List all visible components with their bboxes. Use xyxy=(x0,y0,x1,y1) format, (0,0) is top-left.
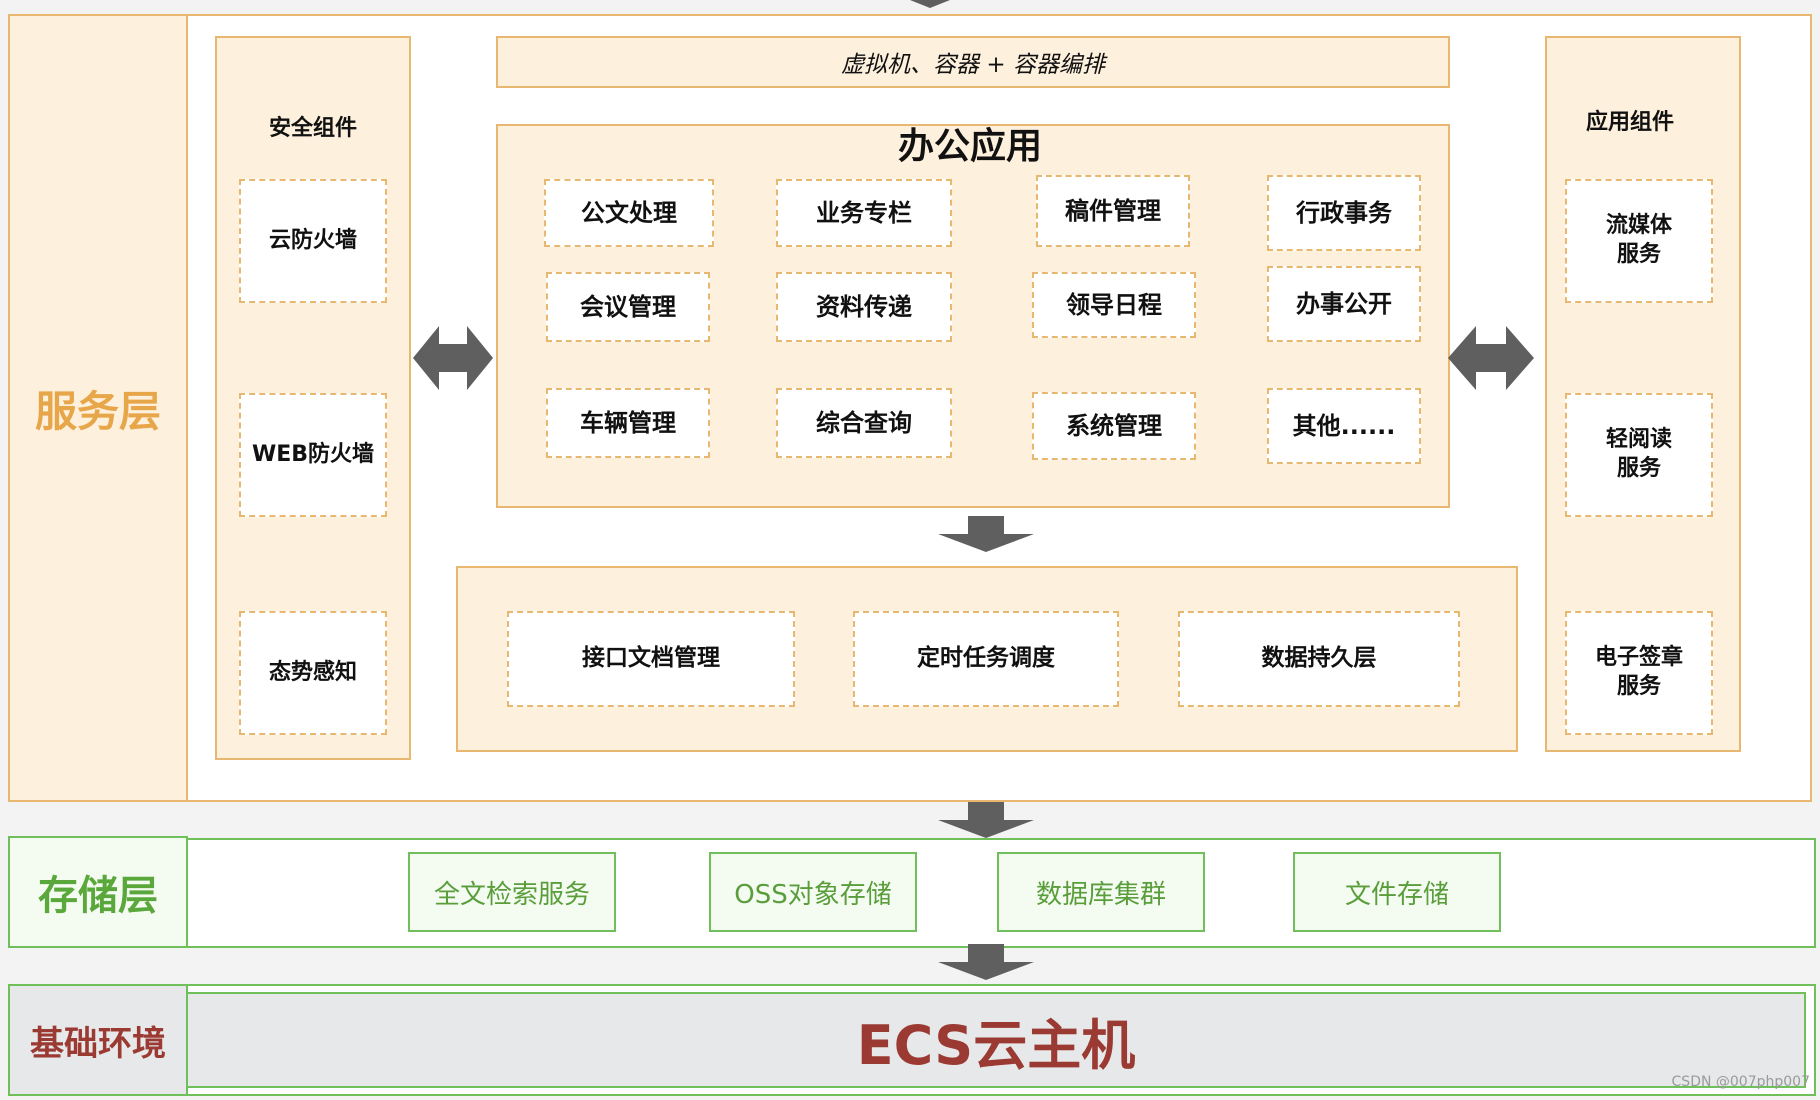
office-item: 会议管理 xyxy=(546,272,710,342)
support-item: 数据持久层 xyxy=(1178,611,1460,707)
office-item: 领导日程 xyxy=(1032,272,1196,338)
service-layer-label: 服务层 xyxy=(8,14,188,802)
office-item: 行政事务 xyxy=(1267,175,1421,251)
e-signature-service-box: 电子签章服务 xyxy=(1565,611,1713,735)
office-item: 办事公开 xyxy=(1267,266,1421,342)
watermark: CSDN @007php007 xyxy=(1671,1074,1810,1090)
storage-item: OSS对象存储 xyxy=(709,852,917,932)
security-components-panel: 安全组件 云防火墙 WEB防火墙 态势感知 xyxy=(215,36,411,760)
left-double-arrow-icon xyxy=(413,326,493,390)
down-arrow-icon xyxy=(938,944,1034,980)
base-layer-label: 基础环境 xyxy=(8,984,188,1096)
cloud-firewall-box: 云防火墙 xyxy=(239,179,387,303)
office-item: 资料传递 xyxy=(776,272,952,342)
office-item: 公文处理 xyxy=(544,179,714,247)
office-apps-title: 办公应用 xyxy=(897,126,1042,167)
support-item: 接口文档管理 xyxy=(507,611,795,707)
storage-item: 数据库集群 xyxy=(997,852,1205,932)
light-reading-service-box: 轻阅读服务 xyxy=(1565,393,1713,517)
security-components-title: 安全组件 xyxy=(268,116,357,141)
situation-awareness-box: 态势感知 xyxy=(239,611,387,735)
container-orchestration-banner: 虚拟机、容器 + 容器编排 xyxy=(496,36,1450,88)
office-item: 其他...... xyxy=(1267,388,1421,464)
web-firewall-box: WEB防火墙 xyxy=(239,393,387,517)
app-components-panel: 应用组件 流媒体服务 轻阅读服务 电子签章服务 xyxy=(1545,36,1741,752)
storage-item: 文件存储 xyxy=(1293,852,1501,932)
app-components-title: 应用组件 xyxy=(1585,110,1674,135)
down-arrow-icon xyxy=(938,802,1034,838)
office-item: 业务专栏 xyxy=(776,179,952,247)
storage-item: 全文检索服务 xyxy=(408,852,616,932)
office-item: 系统管理 xyxy=(1032,392,1196,460)
ecs-host-label: ECS云主机 xyxy=(856,1013,1136,1077)
streaming-service-box: 流媒体服务 xyxy=(1565,179,1713,303)
office-item: 综合查询 xyxy=(776,388,952,458)
down-arrow-icon xyxy=(938,516,1034,552)
storage-layer-label: 存储层 xyxy=(8,836,188,948)
office-item: 稿件管理 xyxy=(1036,175,1190,247)
support-item: 定时任务调度 xyxy=(853,611,1119,707)
top-arrow-icon xyxy=(910,0,950,10)
right-double-arrow-icon xyxy=(1448,326,1534,390)
office-item: 车辆管理 xyxy=(546,388,710,458)
